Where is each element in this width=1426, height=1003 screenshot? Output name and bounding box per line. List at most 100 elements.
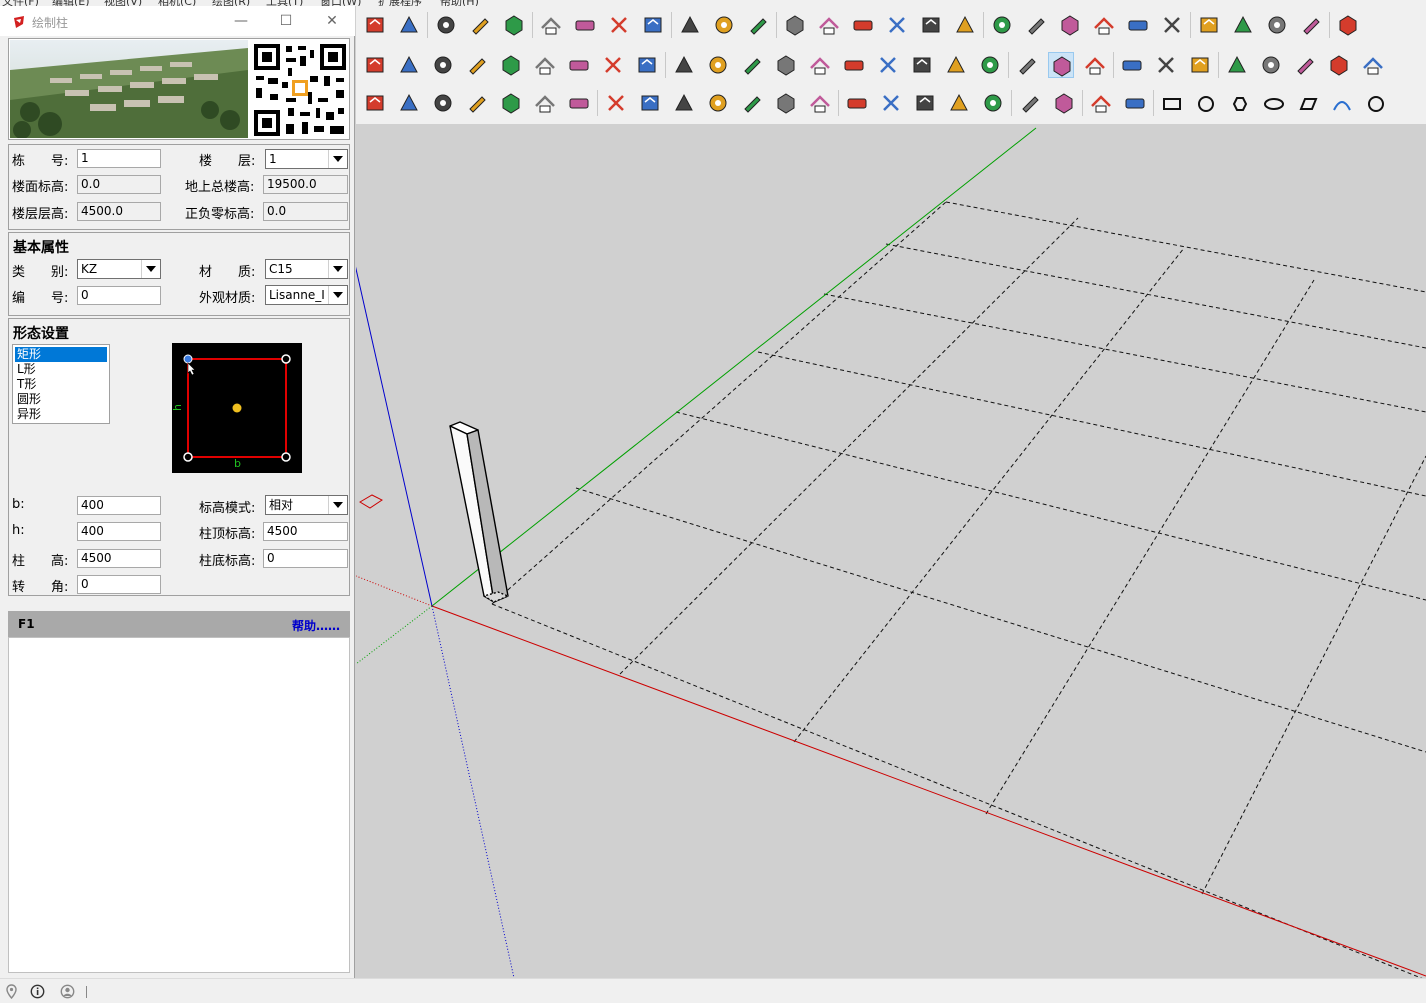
orbit-icon[interactable] xyxy=(538,12,564,38)
export-icon[interactable] xyxy=(396,12,422,38)
front-view-icon[interactable] xyxy=(850,12,876,38)
hat-icon[interactable] xyxy=(566,90,592,116)
column-height-input[interactable]: 4500 xyxy=(77,549,161,568)
ellipse-shape-icon[interactable] xyxy=(1261,90,1287,116)
component-d-icon[interactable] xyxy=(1091,12,1117,38)
shape-option[interactable]: 圆形 xyxy=(15,392,107,407)
stair-icon[interactable] xyxy=(532,52,558,78)
ring-shape-icon[interactable] xyxy=(1363,90,1389,116)
polyline-icon[interactable] xyxy=(600,52,626,78)
grid-icon[interactable] xyxy=(1230,12,1256,38)
arch-icon[interactable] xyxy=(773,52,799,78)
push-r-icon[interactable] xyxy=(1326,52,1352,78)
layout-icon[interactable] xyxy=(745,12,771,38)
maximize-button[interactable]: ☐ xyxy=(275,10,297,32)
total-height-field[interactable]: 19500.0 xyxy=(263,175,348,194)
material-select[interactable]: C15 xyxy=(265,259,348,279)
shape-option[interactable]: T形 xyxy=(15,377,107,392)
push-up-icon[interactable] xyxy=(1224,52,1250,78)
camera-badge-icon[interactable] xyxy=(1051,90,1077,116)
lift-icon[interactable] xyxy=(739,52,765,78)
magnet-icon[interactable] xyxy=(1153,52,1179,78)
su-app-icon[interactable] xyxy=(1082,52,1108,78)
pan-icon[interactable] xyxy=(572,12,598,38)
warehouse-icon[interactable] xyxy=(677,12,703,38)
zoom-extents-icon[interactable] xyxy=(640,12,666,38)
stack-plate-2-icon[interactable] xyxy=(498,90,524,116)
user-icon[interactable] xyxy=(60,984,75,999)
floor-select[interactable]: 1 xyxy=(265,149,348,169)
texture-icon[interactable] xyxy=(1196,12,1222,38)
shape-option[interactable]: 矩形 xyxy=(15,347,107,362)
brush-icon[interactable] xyxy=(977,52,1003,78)
slab-icon[interactable] xyxy=(498,52,524,78)
window-icon[interactable] xyxy=(875,52,901,78)
section-preview[interactable]: h b xyxy=(171,343,302,473)
elev-mode-select[interactable]: 相对 xyxy=(265,495,348,515)
grille-icon[interactable] xyxy=(773,90,799,116)
stack-icon[interactable] xyxy=(807,52,833,78)
beam-icon[interactable] xyxy=(396,90,422,116)
ib-icon[interactable] xyxy=(1014,52,1040,78)
leaf-icon[interactable] xyxy=(1088,90,1114,116)
stack-plate-icon[interactable] xyxy=(464,90,490,116)
door-icon[interactable] xyxy=(912,90,938,116)
floor-elev-field[interactable]: 0.0 xyxy=(77,175,161,194)
sweep-brush-icon[interactable] xyxy=(980,90,1006,116)
hexagon-shape-icon[interactable] xyxy=(1227,90,1253,116)
top-view-icon[interactable] xyxy=(816,12,842,38)
model-icon[interactable] xyxy=(1017,90,1043,116)
component-a-icon[interactable] xyxy=(989,12,1015,38)
geo-location-icon[interactable] xyxy=(4,984,19,999)
story-height-field[interactable]: 4500.0 xyxy=(77,202,161,221)
back-view-icon[interactable] xyxy=(918,12,944,38)
left-view-icon[interactable] xyxy=(952,12,978,38)
stripes-icon[interactable] xyxy=(705,52,731,78)
dots-icon[interactable] xyxy=(878,90,904,116)
reload-icon[interactable] xyxy=(362,12,388,38)
angle-input[interactable]: 0 xyxy=(77,575,161,594)
circle-shape-icon[interactable] xyxy=(1193,90,1219,116)
arc-wall-icon[interactable] xyxy=(396,52,422,78)
wardrobe-icon[interactable] xyxy=(532,90,558,116)
right-view-icon[interactable] xyxy=(884,12,910,38)
ruler-pencil-icon[interactable] xyxy=(1122,90,1148,116)
component-c-icon[interactable] xyxy=(1057,12,1083,38)
rect-shape-icon[interactable] xyxy=(1159,90,1185,116)
triangle-icon[interactable] xyxy=(844,90,870,116)
minimize-button[interactable]: — xyxy=(230,10,252,32)
pencil-point-icon[interactable] xyxy=(943,52,969,78)
shape-option[interactable]: L形 xyxy=(15,362,107,377)
arc-shape-icon[interactable] xyxy=(1329,90,1355,116)
text-icon[interactable] xyxy=(467,12,493,38)
fence-icon[interactable] xyxy=(739,90,765,116)
dome-icon[interactable] xyxy=(603,90,629,116)
close-button[interactable]: ✕ xyxy=(321,10,343,32)
help-link[interactable]: 帮助…… xyxy=(292,617,340,634)
section-cut-icon[interactable] xyxy=(1298,12,1324,38)
chain-icon[interactable] xyxy=(637,90,663,116)
layers-icon[interactable] xyxy=(841,52,867,78)
top-elev-input[interactable]: 4500 xyxy=(263,522,348,541)
wave-icon[interactable] xyxy=(671,90,697,116)
plans-icon[interactable] xyxy=(909,52,935,78)
path-icon[interactable] xyxy=(566,52,592,78)
spiral-icon[interactable] xyxy=(705,90,731,116)
section-plane-icon[interactable] xyxy=(1264,12,1290,38)
column-set-icon[interactable] xyxy=(807,90,833,116)
building-no-input[interactable]: 1 xyxy=(77,149,161,168)
push-multi-icon[interactable] xyxy=(1258,52,1284,78)
sketchup-logo-icon[interactable] xyxy=(1048,52,1074,78)
shape-option[interactable]: 异形 xyxy=(15,407,107,422)
info-icon[interactable] xyxy=(30,984,45,999)
model-viewport[interactable] xyxy=(356,124,1426,978)
bottom-elev-input[interactable]: 0 xyxy=(263,549,348,568)
iso-view-icon[interactable] xyxy=(782,12,808,38)
push-j-icon[interactable] xyxy=(1292,52,1318,78)
component-e-icon[interactable] xyxy=(1125,12,1151,38)
component-f-icon[interactable] xyxy=(1159,12,1185,38)
wall-icon[interactable] xyxy=(362,52,388,78)
b-input[interactable]: 400 xyxy=(77,496,161,515)
box-icon[interactable] xyxy=(671,52,697,78)
pipe-icon[interactable] xyxy=(430,90,456,116)
